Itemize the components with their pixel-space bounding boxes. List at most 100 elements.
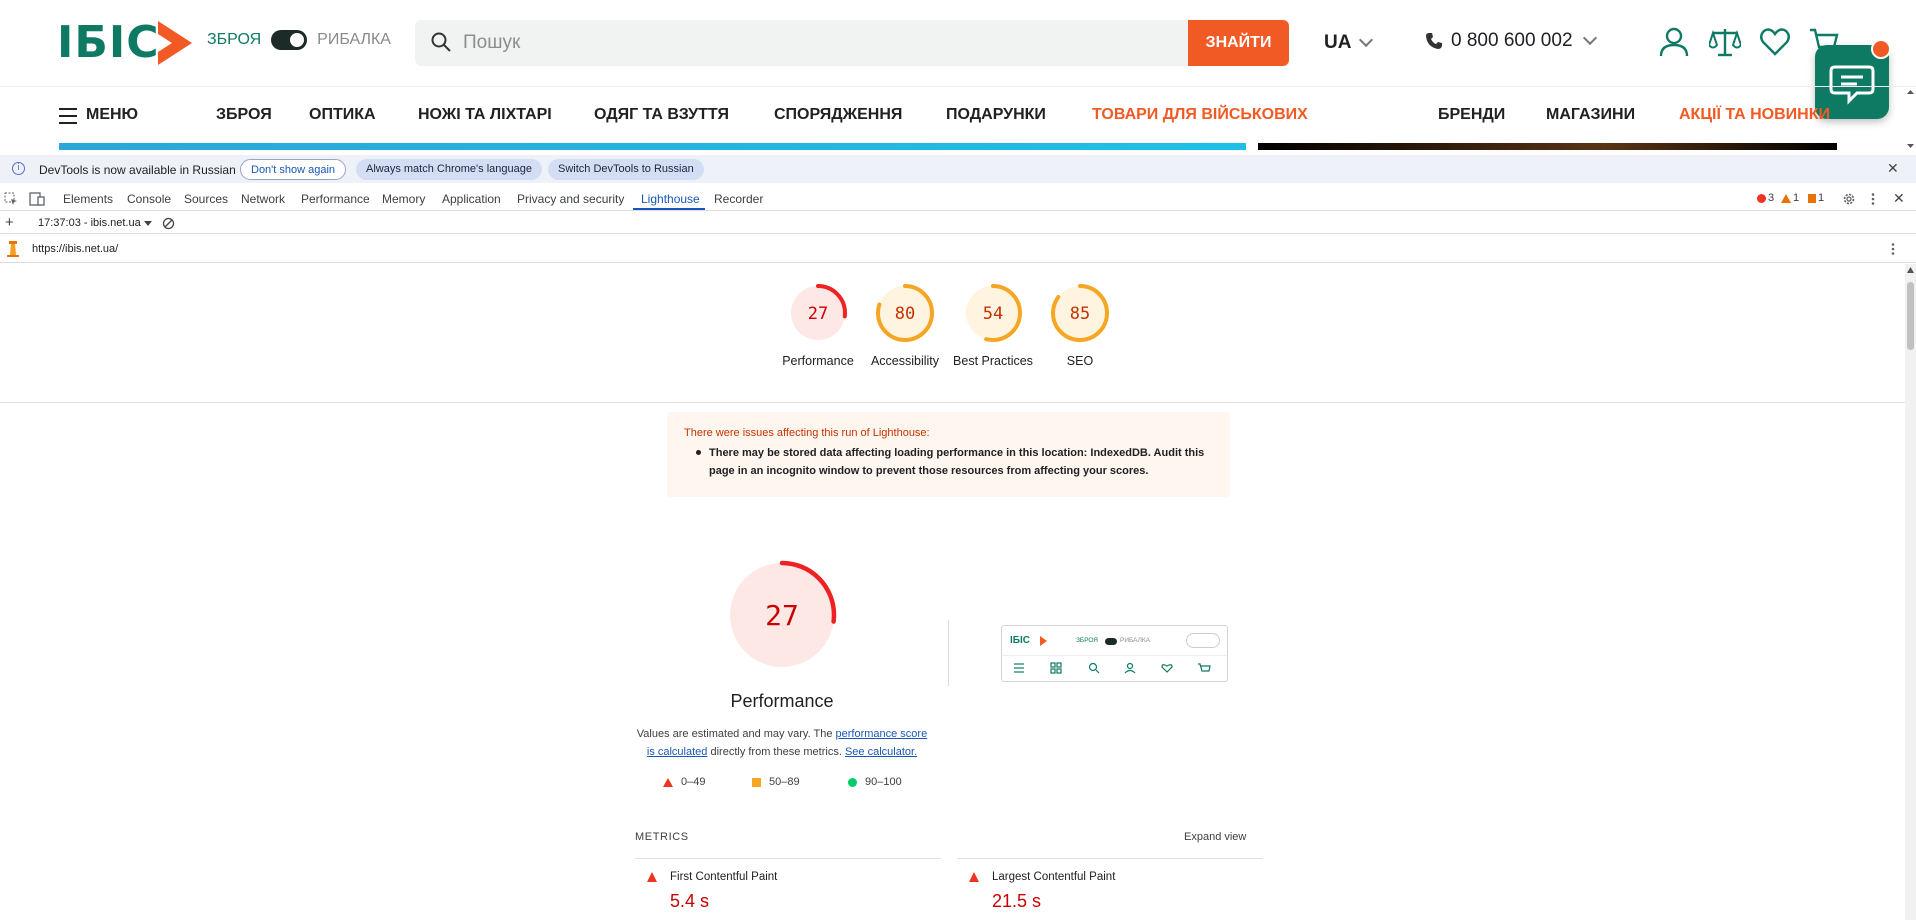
warning-count[interactable]: 1 xyxy=(1781,192,1799,204)
nav-menu[interactable]: МЕНЮ xyxy=(86,106,138,124)
device-toolbar-icon[interactable] xyxy=(29,192,45,206)
chevron-down-icon xyxy=(1359,32,1374,48)
nav-item-optics[interactable]: ОПТИКА xyxy=(309,106,376,124)
search-input[interactable] xyxy=(463,20,1163,66)
error-count[interactable]: 3 xyxy=(1757,192,1774,204)
phone-icon xyxy=(1426,33,1442,49)
inspect-element-icon[interactable] xyxy=(4,192,18,206)
thumb-logo-arrow-icon xyxy=(1040,636,1047,646)
score-gauge: 54 xyxy=(964,284,1022,342)
devtools-infobar: i DevTools is now available in Russian D… xyxy=(0,155,1916,183)
report-selector[interactable]: 17:37:03 - ibis.net.ua xyxy=(38,217,141,229)
tab-network[interactable]: Network xyxy=(241,192,285,206)
tab-console[interactable]: Console xyxy=(127,192,171,206)
report-url[interactable]: https://ibis.net.ua/ xyxy=(32,243,118,255)
tab-privacy-security[interactable]: Privacy and security xyxy=(517,192,624,206)
score-gauge: 85 xyxy=(1051,284,1109,342)
metrics-heading: METRICS xyxy=(635,831,689,843)
tab-lighthouse[interactable]: Lighthouse xyxy=(641,192,700,206)
error-icon xyxy=(1757,193,1766,203)
gauge-score-text: 80 xyxy=(895,304,915,324)
lighthouse-report: 27 Performance 80 Accessibility 54 Best … xyxy=(0,264,1905,920)
legend-average: 50–89 xyxy=(752,776,800,788)
fail-triangle-icon xyxy=(969,872,979,882)
issue-count[interactable]: 1 xyxy=(1808,192,1824,204)
compare-icon[interactable] xyxy=(1709,26,1741,58)
metric-fcp-name: First Contentful Paint xyxy=(670,871,778,883)
thumb-bottom-icons xyxy=(1014,662,1211,674)
mode-right-label: РИБАЛКА xyxy=(317,31,391,48)
switch-language-button[interactable]: Switch DevTools to Russian xyxy=(548,159,704,180)
nav-item-stores[interactable]: МАГАЗИНИ xyxy=(1546,106,1635,124)
nav-item-equipment[interactable]: СПОРЯДЖЕННЯ xyxy=(774,106,902,124)
main-nav: МЕНЮ ЗБРОЯ ОПТИКА НОЖІ ТА ЛІХТАРІ ОДЯГ Т… xyxy=(0,86,1916,143)
tab-elements[interactable]: Elements xyxy=(63,192,113,206)
nav-item-military[interactable]: ТОВАРИ ДЛЯ ВІЙСЬКОВИХ xyxy=(1092,106,1308,124)
site-header: ІБІС ЗБРОЯ РИБАЛКА ЗНАЙТИ UA 0 800 600 0… xyxy=(0,0,1916,150)
expand-view-toggle[interactable]: Expand view xyxy=(1184,831,1246,843)
tab-recorder[interactable]: Recorder xyxy=(714,192,763,206)
gauge-performance[interactable]: 27 Performance xyxy=(782,282,854,368)
tab-memory[interactable]: Memory xyxy=(382,192,425,206)
average-square-icon xyxy=(752,777,761,787)
fail-triangle-icon xyxy=(647,872,657,882)
mode-toggle[interactable]: ЗБРОЯ РИБАЛКА xyxy=(207,30,391,50)
warning-title: There were issues affecting this run of … xyxy=(684,427,930,439)
nav-item-weapons[interactable]: ЗБРОЯ xyxy=(216,106,272,124)
phone-selector[interactable]: 0 800 600 002 xyxy=(1425,30,1597,52)
final-screenshot-thumbnail[interactable]: ІБІС ЗБРОЯ РИБАЛКА xyxy=(1001,625,1228,682)
dont-show-again-button[interactable]: Don't show again xyxy=(240,159,347,180)
gauge-best-practices[interactable]: 54 Best Practices xyxy=(953,282,1033,368)
settings-gear-icon[interactable] xyxy=(1842,192,1856,206)
nav-item-gifts[interactable]: ПОДАРУНКИ xyxy=(946,106,1046,124)
main-score-text: 27 xyxy=(765,599,799,632)
language-selector[interactable]: UA xyxy=(1324,32,1374,54)
user-icon[interactable] xyxy=(1658,26,1690,58)
nav-item-knives[interactable]: НОЖІ ТА ЛІХТАРІ xyxy=(418,106,552,124)
gauge-label: Accessibility xyxy=(870,354,940,368)
nav-item-promotions[interactable]: АКЦІЇ ТА НОВИНКИ xyxy=(1679,106,1830,124)
more-options-icon[interactable] xyxy=(1870,192,1876,206)
report-menu-icon[interactable] xyxy=(1890,242,1896,256)
match-language-button[interactable]: Always match Chrome's language xyxy=(356,159,542,180)
logo-text: ІБІС xyxy=(57,17,160,68)
gauge-score-text: 85 xyxy=(1070,304,1090,324)
search-button[interactable]: ЗНАЙТИ xyxy=(1188,20,1289,66)
main-performance-gauge: 27 xyxy=(727,560,837,670)
main-score-label: Performance xyxy=(730,691,834,711)
calculator-link[interactable]: See calculator. xyxy=(845,746,917,758)
gauge-accessibility[interactable]: 80 Accessibility xyxy=(871,282,939,368)
tab-sources[interactable]: Sources xyxy=(184,192,228,206)
tab-application[interactable]: Application xyxy=(442,192,501,206)
thumb-switch xyxy=(1105,638,1117,645)
page-scrollbar[interactable] xyxy=(1905,88,1916,150)
chevron-down-icon xyxy=(1582,30,1597,46)
clear-icon[interactable] xyxy=(162,217,175,230)
close-icon[interactable]: ✕ xyxy=(1887,160,1899,177)
gauge-score-text: 27 xyxy=(808,304,828,324)
scrollbar-thumb[interactable] xyxy=(1907,282,1914,350)
divider xyxy=(957,858,1263,859)
gauge-seo[interactable]: 85 SEO xyxy=(1049,282,1111,368)
issue-flag-icon xyxy=(1808,193,1816,203)
score-explanation: Values are estimated and may vary. The p… xyxy=(634,725,930,761)
report-scrollbar[interactable] xyxy=(1905,264,1916,920)
error-count-value: 3 xyxy=(1768,192,1775,204)
legend-fail-label: 0–49 xyxy=(681,776,706,788)
nav-item-clothing[interactable]: ОДЯГ ТА ВЗУТТЯ xyxy=(594,106,729,124)
banner-strip xyxy=(1258,143,1837,150)
dropdown-arrow-icon[interactable] xyxy=(144,221,152,226)
tab-performance[interactable]: Performance xyxy=(301,192,370,206)
legend-average-label: 50–89 xyxy=(769,776,800,788)
close-devtools-icon[interactable]: ✕ xyxy=(1893,190,1905,207)
nav-item-brands[interactable]: БРЕНДИ xyxy=(1438,106,1505,124)
site-logo[interactable]: ІБІС xyxy=(57,18,192,68)
search-icon xyxy=(431,32,451,52)
scroll-up-arrow-icon[interactable] xyxy=(1907,267,1914,273)
mode-switch[interactable] xyxy=(271,30,308,50)
new-report-icon[interactable]: + xyxy=(5,214,14,231)
metric-lcp-name: Largest Contentful Paint xyxy=(992,871,1116,883)
divider xyxy=(0,402,1905,403)
heart-icon[interactable] xyxy=(1759,26,1791,58)
lighthouse-toolbar: + 17:37:03 - ibis.net.ua xyxy=(0,212,1916,234)
